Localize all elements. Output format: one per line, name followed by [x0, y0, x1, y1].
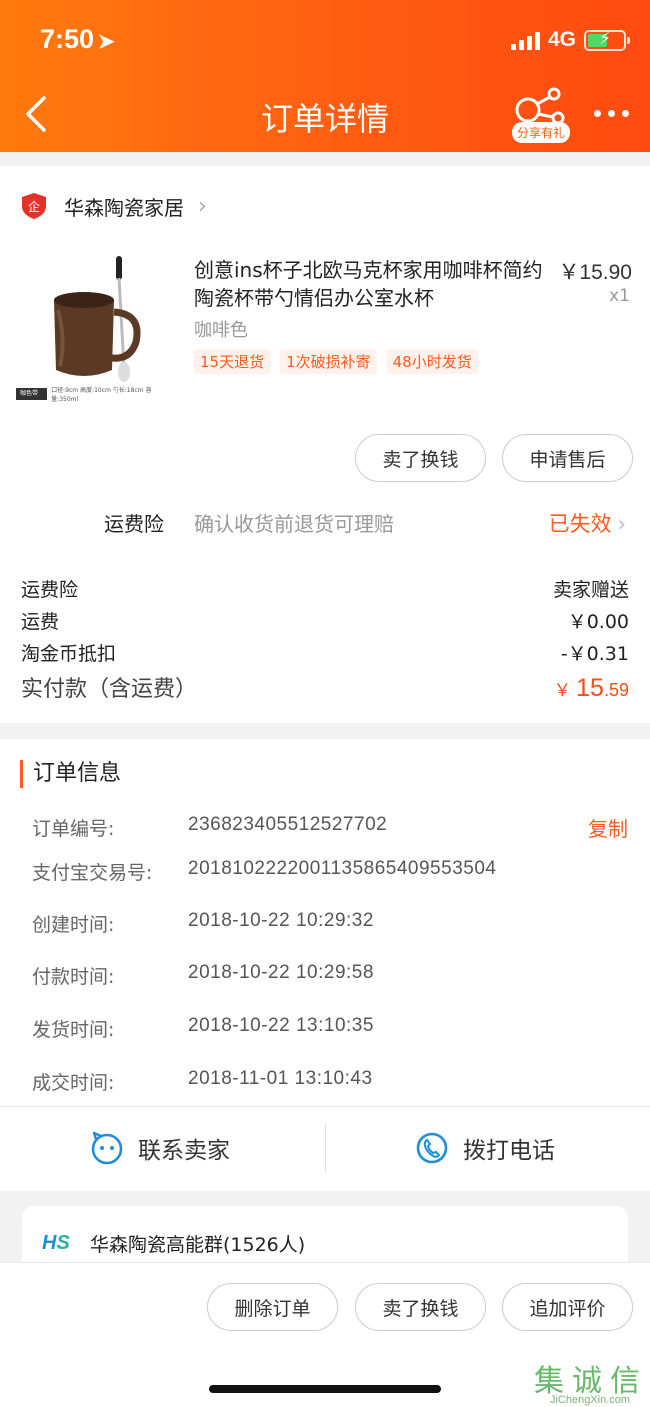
info-row-alipay-number: 支付宝交易号: 2018102222001135865409553504: [32, 858, 497, 884]
info-row-shipped: 发货时间: 2018-10-22 13:10:35: [32, 1015, 374, 1041]
info-row-paid: 付款时间: 2018-10-22 10:29:58: [32, 962, 374, 988]
product-image[interactable]: 咖色带勺 口径:9cm 高度:10cm 勺长:18cm 容量:350ml: [16, 250, 174, 409]
share-badge: 分享有礼: [512, 122, 571, 143]
image-caption: 咖色带勺 口径:9cm 高度:10cm 勺长:18cm 容量:350ml: [16, 387, 174, 409]
fee-row-total: 实付款（含运费） ￥ 15.59: [21, 671, 629, 703]
mug-image: [54, 256, 141, 382]
network-type: 4G: [547, 28, 576, 51]
header-bar: 7:50 ➤ 4G ⚡ 订单详情 分享有礼: [0, 0, 650, 152]
sell-for-cash-button[interactable]: 卖了换钱: [355, 434, 486, 482]
group-name: 华森陶瓷高能群(1526人): [90, 1234, 306, 1256]
section-title: 订单信息: [20, 760, 121, 788]
sell-for-cash-button[interactable]: 卖了换钱: [355, 1283, 486, 1331]
group-logo-icon: HS: [42, 1232, 70, 1254]
product-price: ￥15.90: [558, 261, 632, 284]
fee-row-coin-discount: 淘金币抵扣 -￥0.31: [21, 643, 629, 665]
call-phone-button[interactable]: 拨打电话: [415, 1122, 555, 1174]
share-icon: [515, 87, 565, 125]
delete-order-button[interactable]: 删除订单: [207, 1283, 338, 1331]
product-sku: 咖啡色: [194, 320, 248, 341]
after-sales-button[interactable]: 申请售后: [502, 434, 633, 482]
chevron-right-icon: ›: [617, 512, 626, 536]
watermark: 集 诚 信 JiChengXin.com: [534, 1364, 640, 1406]
chat-face-icon: [91, 1131, 123, 1165]
fee-row-insurance: 运费险 卖家赠送: [21, 579, 629, 601]
shop-badge-icon: 企: [22, 193, 46, 219]
info-row-completed: 成交时间: 2018-11-01 13:10:43: [32, 1068, 373, 1094]
status-icons: 4G ⚡: [510, 28, 630, 52]
phone-icon: [416, 1132, 448, 1164]
battery-icon: ⚡: [584, 29, 630, 51]
info-row-order-number: 订单编号: 236823405512527702: [32, 814, 388, 840]
divider: [0, 1106, 650, 1107]
service-tag: 15天退货: [194, 349, 271, 374]
signal-icon: [510, 30, 540, 50]
total-amount: ￥ 15.59: [553, 674, 629, 702]
shop-name: 华森陶瓷家居: [64, 195, 184, 220]
shop-link[interactable]: 企 华森陶瓷家居 ›: [20, 188, 207, 224]
info-row-created: 创建时间: 2018-10-22 10:29:32: [32, 910, 374, 936]
chevron-right-icon: ›: [198, 193, 207, 219]
insurance-status[interactable]: 已失效 ›: [549, 508, 626, 538]
home-indicator[interactable]: [209, 1385, 441, 1393]
divider: [325, 1124, 326, 1172]
total-label: 实付款（含运费）: [21, 677, 198, 702]
location-arrow-icon: ➤: [98, 31, 115, 53]
insurance-label: 运费险: [104, 512, 164, 536]
service-tag: 48小时发货: [386, 349, 478, 374]
insurance-description: 确认收货前退货可理赔: [194, 512, 394, 536]
status-time: 7:50 ➤: [40, 24, 115, 54]
service-tag: 1次破损补寄: [280, 349, 377, 374]
product-title[interactable]: 创意ins杯子北欧马克杯家用咖啡杯简约陶瓷杯带勺情侣办公室水杯: [194, 256, 544, 312]
contact-seller-button[interactable]: 联系卖家: [90, 1122, 230, 1174]
more-icon[interactable]: [594, 110, 630, 120]
share-button[interactable]: 分享有礼: [512, 86, 578, 144]
add-review-button[interactable]: 追加评价: [502, 1283, 633, 1331]
product-quantity: x1: [609, 286, 630, 306]
fee-row-shipping: 运费 ￥0.00: [21, 611, 629, 633]
svg-text:企: 企: [28, 199, 40, 214]
service-tags: 15天退货 1次破损补寄 48小时发货: [194, 349, 478, 374]
